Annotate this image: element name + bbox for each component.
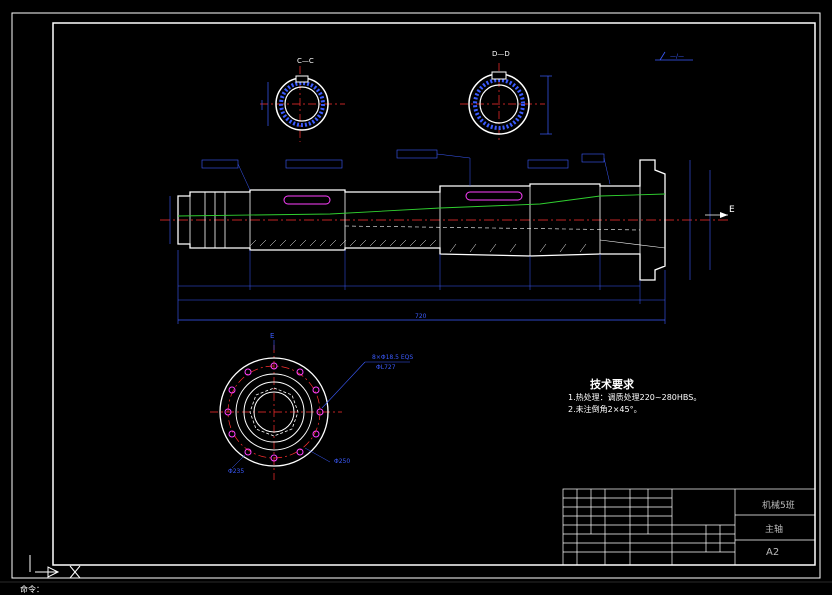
- ucs-icon: [29, 555, 81, 579]
- view-e-label: E: [270, 332, 275, 340]
- cad-drawing-canvas[interactable]: —/—: [0, 0, 832, 594]
- hole-note-line1: 8×Φ18.5 EQS: [372, 354, 414, 361]
- svg-text:—/—: —/—: [670, 53, 684, 60]
- diameter-label-2: Φ250: [334, 458, 351, 465]
- total-length-dimension: 720: [415, 313, 427, 320]
- view-e-flange[interactable]: [210, 340, 410, 480]
- section-dd-view[interactable]: [460, 63, 552, 142]
- surface-roughness-note: —/—: [655, 51, 693, 61]
- section-dd-label: D—D: [492, 50, 510, 58]
- technical-requirements-title: 技术要求: [590, 378, 634, 391]
- requirement-line-2: 2.未注倒角2×45°。: [568, 405, 642, 414]
- view-e-arrow-label: E: [729, 205, 735, 215]
- section-cc-label: C—C: [297, 57, 314, 65]
- shaft-main-view[interactable]: [160, 149, 730, 324]
- title-block-part-name: 主轴: [765, 525, 784, 535]
- title-block-school: 机械5班: [762, 501, 795, 511]
- section-cc-view[interactable]: [260, 66, 345, 142]
- sheet-outer-border: [11, 12, 821, 579]
- hole-note-line2: ΦL727: [376, 364, 396, 371]
- requirement-line-1: 1.热处理：调质处理220~280HBS。: [568, 393, 702, 402]
- sheet-inner-frame: [52, 22, 816, 566]
- diameter-label-1: Φ235: [228, 468, 245, 475]
- command-line-prompt[interactable]: 命令：: [20, 584, 44, 595]
- title-block-sheet-size: A2: [766, 547, 780, 558]
